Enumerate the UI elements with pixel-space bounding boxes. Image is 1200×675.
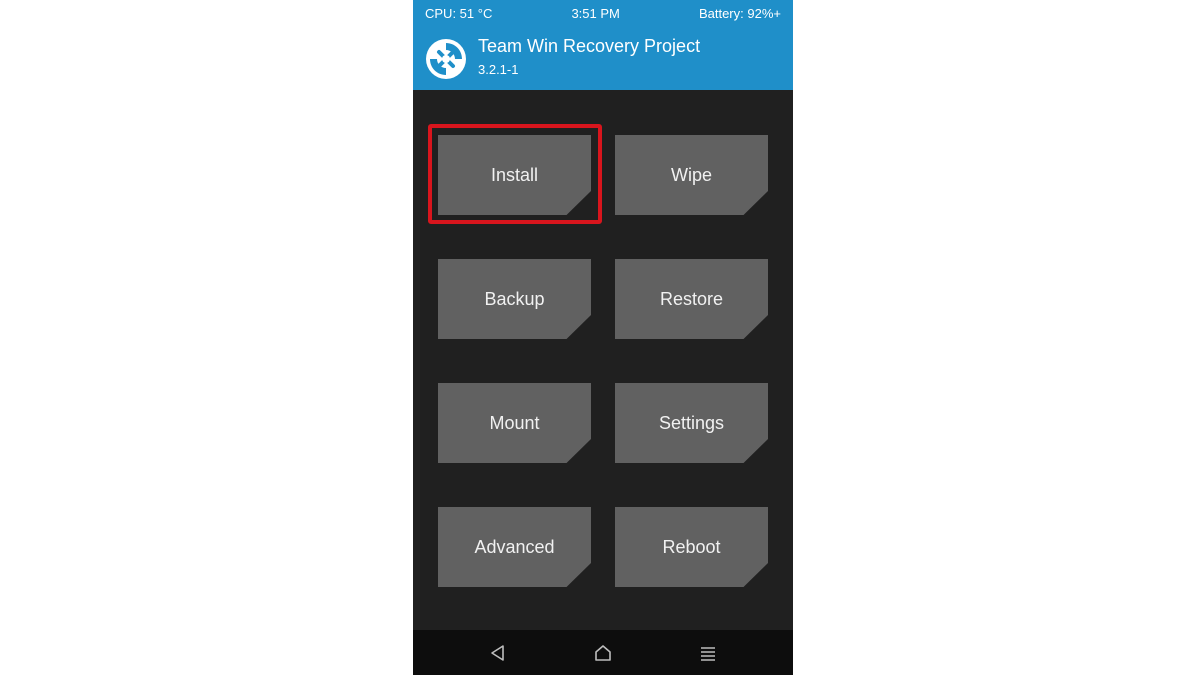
twrp-screen: CPU: 51 °C 3:51 PM Battery: 92%+ Team Wi… <box>413 0 793 675</box>
app-title: Team Win Recovery Project <box>478 36 701 56</box>
mount-button[interactable]: Mount <box>438 383 591 463</box>
twrp-logo-icon <box>426 39 466 79</box>
back-button[interactable] <box>485 640 511 666</box>
navigation-bar <box>413 630 793 675</box>
install-button[interactable]: Install <box>438 135 591 215</box>
menu-button[interactable] <box>695 640 721 666</box>
clock: 3:51 PM <box>571 5 620 21</box>
home-icon <box>595 645 611 661</box>
menu-lines-icon <box>701 647 715 661</box>
advanced-button[interactable]: Advanced <box>438 507 591 587</box>
status-bar: CPU: 51 °C 3:51 PM Battery: 92%+ <box>413 0 793 26</box>
back-triangle-icon <box>491 645 504 661</box>
backup-button[interactable]: Backup <box>438 259 591 339</box>
home-button[interactable] <box>590 640 616 666</box>
reboot-button[interactable]: Reboot <box>615 507 768 587</box>
restore-button[interactable]: Restore <box>615 259 768 339</box>
app-header: Team Win Recovery Project 3.2.1-1 <box>413 26 793 90</box>
settings-button[interactable]: Settings <box>615 383 768 463</box>
app-version: 3.2.1-1 <box>478 62 519 77</box>
cpu-temperature: CPU: 51 °C <box>425 5 493 21</box>
battery-level: Battery: 92%+ <box>698 5 781 21</box>
wipe-button[interactable]: Wipe <box>615 135 768 215</box>
